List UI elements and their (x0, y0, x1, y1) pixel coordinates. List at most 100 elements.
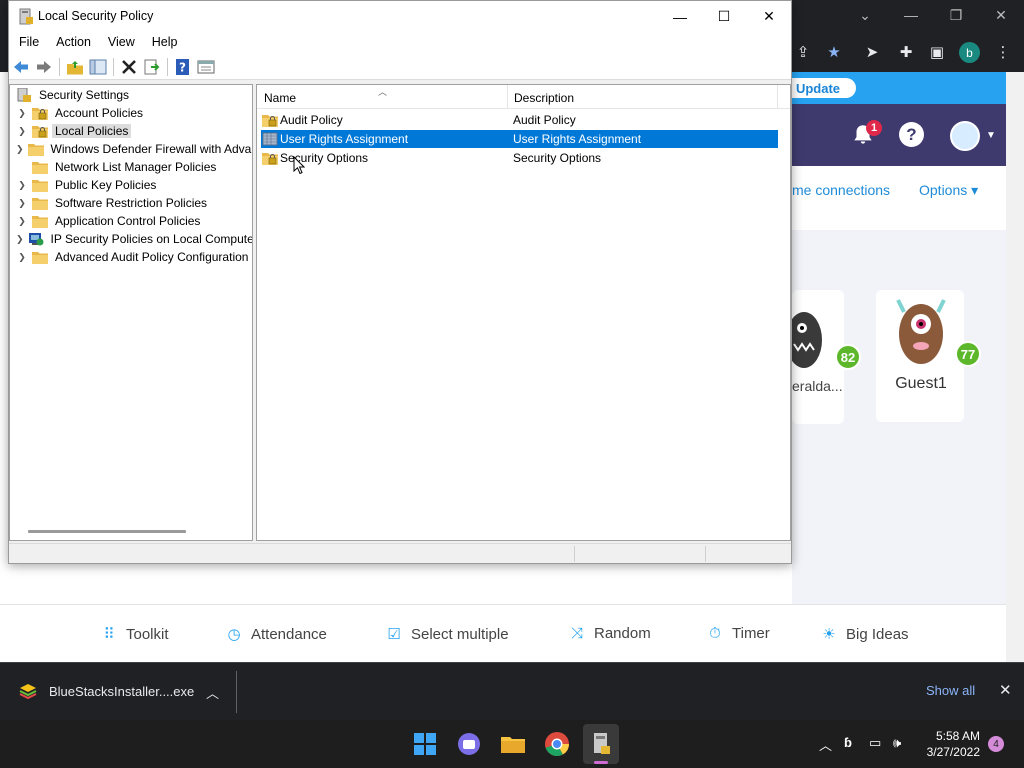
security-settings-icon (17, 88, 31, 102)
timer-button[interactable]: ⏱ Timer (706, 625, 770, 642)
side-panel-icon[interactable]: ▣ (925, 40, 949, 64)
back-icon[interactable] (12, 58, 30, 76)
menu-action[interactable]: Action (46, 32, 98, 54)
teams-chat-icon[interactable] (454, 729, 484, 759)
local-security-policy-window: Local Security Policy — ☐ ✕ File Action … (8, 0, 792, 564)
list-header: Name ︿ Description (257, 85, 790, 109)
tree-item[interactable]: ❯ Advanced Audit Policy Configuration (10, 248, 252, 266)
details-pane[interactable]: Name ︿ Description Audit Policy Audit Pol… (256, 84, 791, 541)
monster-avatar-icon (792, 312, 822, 368)
sort-ascending-icon: ︿ (378, 87, 388, 97)
tree-horizontal-scrollbar[interactable] (28, 530, 186, 533)
options-link[interactable]: Options ▾ (919, 182, 978, 199)
monster-avatar-icon (896, 299, 946, 364)
chrome-tab-search-icon[interactable]: ⌄ (842, 0, 888, 30)
volume-tray-icon[interactable]: 🕪 (893, 735, 901, 751)
close-download-bar-icon[interactable]: ✕ (999, 681, 1012, 699)
list-row[interactable]: Security Options Security Options (261, 149, 778, 167)
expand-chevron-icon[interactable]: ❯ (16, 108, 28, 119)
home-connections-link[interactable]: me connections (792, 182, 890, 198)
chrome-restore-button[interactable]: ❐ (933, 0, 979, 30)
help-icon[interactable]: ? (899, 122, 924, 147)
expand-chevron-icon[interactable]: ❯ (16, 216, 28, 227)
student-name: eralda... (792, 378, 843, 394)
tree-pane[interactable]: Security Settings ❯ Account Policies ❯ Loca… (9, 84, 253, 541)
local-security-policy-taskbar-icon[interactable] (586, 729, 616, 759)
tree-root[interactable]: Security Settings (10, 86, 252, 104)
tree-item[interactable]: ❯ Public Key Policies (10, 176, 252, 194)
forward-icon[interactable] (35, 58, 53, 76)
column-divider[interactable] (507, 85, 508, 109)
tree-item[interactable]: ❯ Application Control Policies (10, 212, 252, 230)
tree-item[interactable]: ❯ Local Policies (10, 122, 252, 140)
list-row[interactable]: User Rights Assignment User Rights Assign… (261, 130, 778, 148)
title-bar[interactable]: Local Security Policy — ☐ ✕ (9, 1, 791, 32)
tree-item[interactable]: ❯ Account Policies (10, 104, 252, 122)
expand-chevron-icon[interactable]: ❯ (16, 198, 28, 209)
column-header-name[interactable]: Name (264, 91, 296, 105)
svg-text:?: ? (179, 61, 186, 75)
checkbox-icon: ☑ (387, 626, 401, 643)
folder-lock-icon (32, 108, 48, 120)
select-multiple-button[interactable]: ☑ Select multiple (385, 625, 508, 644)
maximize-button[interactable]: ☐ (701, 1, 747, 32)
menu-file[interactable]: File (9, 32, 46, 54)
user-avatar[interactable] (950, 121, 980, 151)
notification-count-badge[interactable]: 4 (988, 736, 1004, 752)
column-divider[interactable] (777, 85, 778, 109)
file-explorer-icon[interactable] (498, 729, 528, 759)
properties-icon[interactable] (197, 58, 215, 76)
bookmark-star-icon[interactable]: ★ (822, 40, 846, 64)
network-tray-icon[interactable]: ▭ (869, 735, 881, 751)
attendance-button[interactable]: ◷ Attendance (225, 625, 326, 644)
folder-icon (32, 198, 48, 210)
toolkit-button[interactable]: ⠿ Toolkit (100, 625, 169, 644)
chrome-close-button[interactable]: ✕ (978, 0, 1024, 30)
random-button[interactable]: ⤨ Random (568, 625, 651, 642)
delete-icon[interactable] (120, 58, 138, 76)
tree-item[interactable]: Network List Manager Policies (10, 158, 252, 176)
extension-cursor-icon[interactable]: ➤ (860, 40, 884, 64)
chevron-up-icon[interactable]: ︿ (206, 683, 219, 702)
help-icon[interactable]: ? (174, 58, 192, 76)
cell-description: Security Options (513, 151, 602, 165)
minimize-button[interactable]: — (657, 1, 703, 32)
expand-chevron-icon[interactable]: ❯ (16, 126, 28, 137)
show-hide-tree-icon[interactable] (89, 58, 107, 76)
windows-start-icon[interactable] (410, 729, 440, 759)
export-list-icon[interactable] (143, 58, 161, 76)
expand-chevron-icon[interactable]: ❯ (16, 252, 28, 263)
close-button[interactable]: ✕ (746, 1, 792, 32)
menu-view[interactable]: View (98, 32, 142, 54)
column-header-description[interactable]: Description (514, 91, 574, 105)
download-item[interactable]: BlueStacksInstaller....exe (49, 684, 194, 699)
bluetooth-tray-icon[interactable]: ɓ (844, 735, 852, 750)
expand-chevron-icon[interactable]: ❯ (16, 144, 24, 155)
chrome-menu-icon[interactable]: ⋮ (991, 40, 1015, 64)
share-icon[interactable]: ⇪ (791, 40, 815, 64)
active-app-indicator (594, 761, 608, 764)
list-row[interactable]: Audit Policy Audit Policy (261, 111, 778, 129)
taskbar-clock[interactable]: 5:58 AM 3/27/2022 (920, 728, 980, 760)
page-scrollbar[interactable] (1006, 72, 1024, 662)
menu-help[interactable]: Help (142, 32, 185, 54)
big-ideas-button[interactable]: ☀ Big Ideas (820, 625, 908, 644)
chrome-minimize-button[interactable]: — (888, 0, 934, 30)
tree-item[interactable]: ❯ Windows Defender Firewall with Adva (10, 140, 252, 158)
chevron-down-icon[interactable]: ▼ (986, 130, 996, 141)
expand-chevron-icon[interactable]: ❯ (16, 234, 24, 245)
up-folder-icon[interactable] (66, 58, 84, 76)
expand-chevron-icon[interactable]: ❯ (16, 180, 28, 191)
security-policy-app-icon (19, 8, 33, 25)
ip-security-icon (28, 233, 44, 246)
tree-item[interactable]: ❯ Software Restriction Policies (10, 194, 252, 212)
tray-chevron-icon[interactable]: ︿ (819, 735, 832, 754)
cell-name: Audit Policy (280, 113, 343, 127)
tree-item[interactable]: ❯ IP Security Policies on Local Compute (10, 230, 252, 248)
tree-item-label: Windows Defender Firewall with Adva (50, 142, 252, 156)
chrome-profile-avatar[interactable]: b (959, 42, 980, 63)
extensions-puzzle-icon[interactable]: ✚ (894, 40, 918, 64)
chrome-icon[interactable] (542, 729, 572, 759)
user-rights-icon (262, 132, 278, 146)
show-all-link[interactable]: Show all (926, 683, 975, 698)
